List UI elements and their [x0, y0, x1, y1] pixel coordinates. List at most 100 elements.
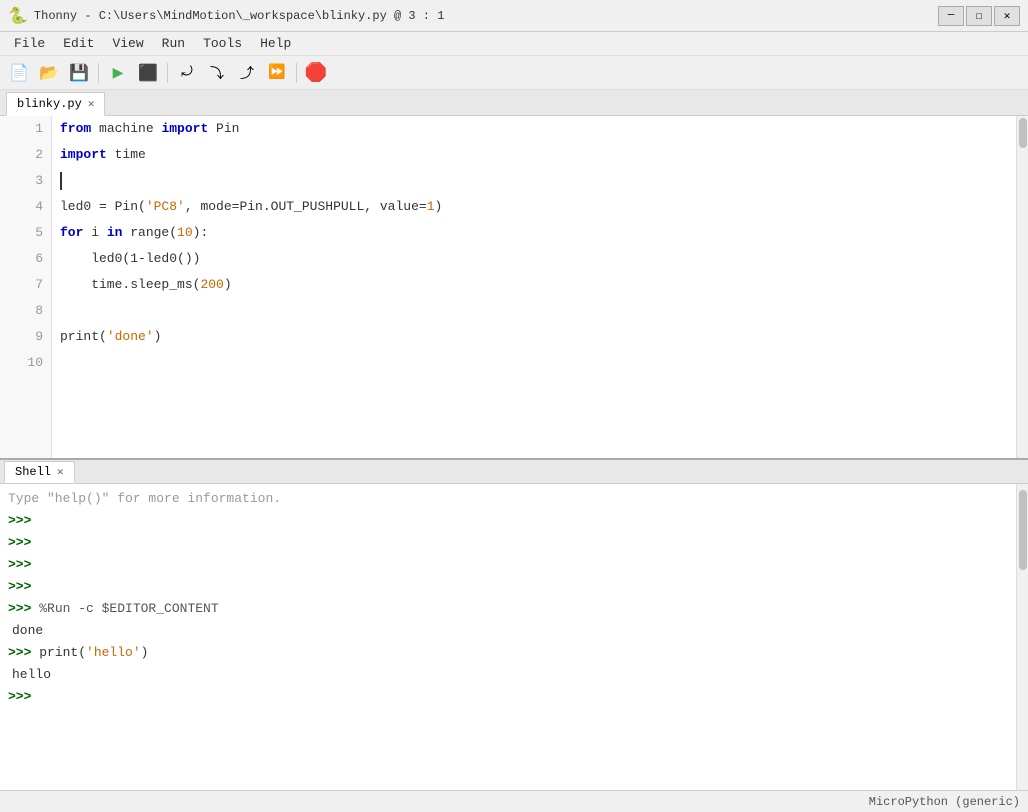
step-out-button[interactable]: ⤴ — [234, 60, 260, 86]
shell-entry-7: hello — [8, 664, 1008, 686]
token-str: 'done' — [107, 324, 154, 350]
code-area[interactable]: from machine import Pinimport time led0 =… — [52, 116, 1016, 458]
new-file-button[interactable]: 📄 — [6, 60, 32, 86]
code-line-6: led0(1-led0()) — [60, 246, 1008, 272]
shell-entry-3: >>> — [8, 576, 1008, 598]
shell-entry-2: >>> — [8, 554, 1008, 576]
line-number-3: 3 — [8, 168, 43, 194]
shell-content: Type "help()" for more information. >>> >… — [0, 484, 1028, 790]
shell-entry-0: >>> — [8, 510, 1008, 532]
shell-entry-5: done — [8, 620, 1008, 642]
menu-item-tools[interactable]: Tools — [195, 34, 250, 53]
menu-item-file[interactable]: File — [6, 34, 53, 53]
shell-scrollbar[interactable] — [1016, 484, 1028, 790]
token-plain: ): — [193, 220, 209, 246]
code-line-1: from machine import Pin — [60, 116, 1008, 142]
shell-container: Shell ✕ Type "help()" for more informati… — [0, 458, 1028, 790]
shell-entry-6: >>> print('hello') — [8, 642, 1008, 664]
token-plain: print( — [60, 324, 107, 350]
shell-cmd-token: print( — [39, 645, 86, 660]
shell-tab[interactable]: Shell ✕ — [4, 461, 75, 483]
shell-text[interactable]: Type "help()" for more information. >>> >… — [0, 484, 1016, 790]
debug-button[interactable]: ⬛ — [135, 60, 161, 86]
toolbar: 📄 📂 💾 ▶ ⬛ ⤾ ⤵ ⤴ ⏩ 🛑 — [0, 56, 1028, 90]
menu-item-help[interactable]: Help — [252, 34, 299, 53]
shell-tab-close-icon[interactable]: ✕ — [57, 465, 64, 479]
step-into-button[interactable]: ⤵ — [204, 60, 230, 86]
resume-button[interactable]: ⏩ — [264, 60, 290, 86]
token-plain: time.sleep_ms( — [60, 272, 200, 298]
line-number-9: 9 — [8, 324, 43, 350]
run-button[interactable]: ▶ — [105, 60, 131, 86]
token-plain: range( — [122, 220, 177, 246]
code-line-10 — [60, 350, 1008, 376]
menu-item-run[interactable]: Run — [154, 34, 193, 53]
toolbar-separator-1 — [98, 63, 99, 83]
editor-tab-blinky[interactable]: blinky.py ✕ — [6, 92, 105, 116]
shell-prompt-icon: >>> — [8, 557, 31, 572]
line-numbers: 12345678910 — [0, 116, 52, 458]
token-plain: , mode=Pin.OUT_PUSHPULL, value= — [185, 194, 427, 220]
line-number-7: 7 — [8, 272, 43, 298]
title-bar-left: 🐍 Thonny - C:\Users\MindMotion\_workspac… — [8, 6, 444, 26]
close-button[interactable]: ✕ — [994, 6, 1020, 26]
token-plain: ) — [224, 272, 232, 298]
token-num: 10 — [177, 220, 193, 246]
editor-tab-bar: blinky.py ✕ — [0, 90, 1028, 116]
step-over-button[interactable]: ⤾ — [174, 60, 200, 86]
shell-entry-1: >>> — [8, 532, 1008, 554]
text-cursor — [60, 172, 62, 190]
shell-entry-8: >>> — [8, 686, 1008, 708]
token-plain: machine — [91, 116, 161, 142]
shell-info-line: Type "help()" for more information. — [8, 488, 1008, 510]
line-number-5: 5 — [8, 220, 43, 246]
token-kw: import — [161, 116, 208, 142]
title-bar: 🐍 Thonny - C:\Users\MindMotion\_workspac… — [0, 0, 1028, 32]
line-number-10: 10 — [8, 350, 43, 376]
line-number-2: 2 — [8, 142, 43, 168]
shell-prompt-icon: >>> — [8, 513, 31, 528]
window-title: Thonny - C:\Users\MindMotion\_workspace\… — [34, 9, 444, 23]
editor-area[interactable]: 12345678910 from machine import Pinimpor… — [0, 116, 1028, 458]
shell-scrollbar-thumb[interactable] — [1019, 490, 1027, 570]
editor-scrollbar-thumb[interactable] — [1019, 118, 1027, 148]
open-file-button[interactable]: 📂 — [36, 60, 62, 86]
code-line-7: time.sleep_ms(200) — [60, 272, 1008, 298]
menu-bar: FileEditViewRunToolsHelp — [0, 32, 1028, 56]
token-kw: from — [60, 116, 91, 142]
tab-filename: blinky.py — [17, 97, 82, 111]
code-line-2: import time — [60, 142, 1008, 168]
token-plain: i — [83, 220, 106, 246]
line-number-6: 6 — [8, 246, 43, 272]
app-icon: 🐍 — [8, 6, 28, 26]
toolbar-separator-3 — [296, 63, 297, 83]
token-plain: Pin — [208, 116, 239, 142]
line-number-4: 4 — [8, 194, 43, 220]
shell-output-text: hello — [8, 667, 51, 682]
maximize-button[interactable]: ☐ — [966, 6, 992, 26]
tab-close-icon[interactable]: ✕ — [88, 97, 95, 111]
menu-item-view[interactable]: View — [104, 34, 151, 53]
code-line-5: for i in range(10): — [60, 220, 1008, 246]
menu-item-edit[interactable]: Edit — [55, 34, 102, 53]
title-bar-controls: ─ ☐ ✕ — [938, 6, 1020, 26]
shell-tab-bar: Shell ✕ — [0, 460, 1028, 484]
stop-button[interactable]: 🛑 — [303, 60, 329, 86]
save-file-button[interactable]: 💾 — [66, 60, 92, 86]
token-num: 1 — [427, 194, 435, 220]
minimize-button[interactable]: ─ — [938, 6, 964, 26]
token-num: 200 — [200, 272, 223, 298]
status-text: MicroPython (generic) — [869, 795, 1020, 809]
token-kw: import — [60, 142, 107, 168]
token-plain: ) — [154, 324, 162, 350]
shell-prompt-icon: >>> — [8, 601, 39, 616]
editor-scrollbar[interactable] — [1016, 116, 1028, 458]
code-line-4: led0 = Pin('PC8', mode=Pin.OUT_PUSHPULL,… — [60, 194, 1008, 220]
shell-cmd-token: 'hello' — [86, 645, 141, 660]
editor-container: blinky.py ✕ 12345678910 from machine imp… — [0, 90, 1028, 458]
token-plain: led0(1-led0()) — [60, 246, 200, 272]
code-line-3 — [60, 168, 1008, 194]
line-number-1: 1 — [8, 116, 43, 142]
shell-prompt-icon: >>> — [8, 579, 31, 594]
code-line-9: print('done') — [60, 324, 1008, 350]
